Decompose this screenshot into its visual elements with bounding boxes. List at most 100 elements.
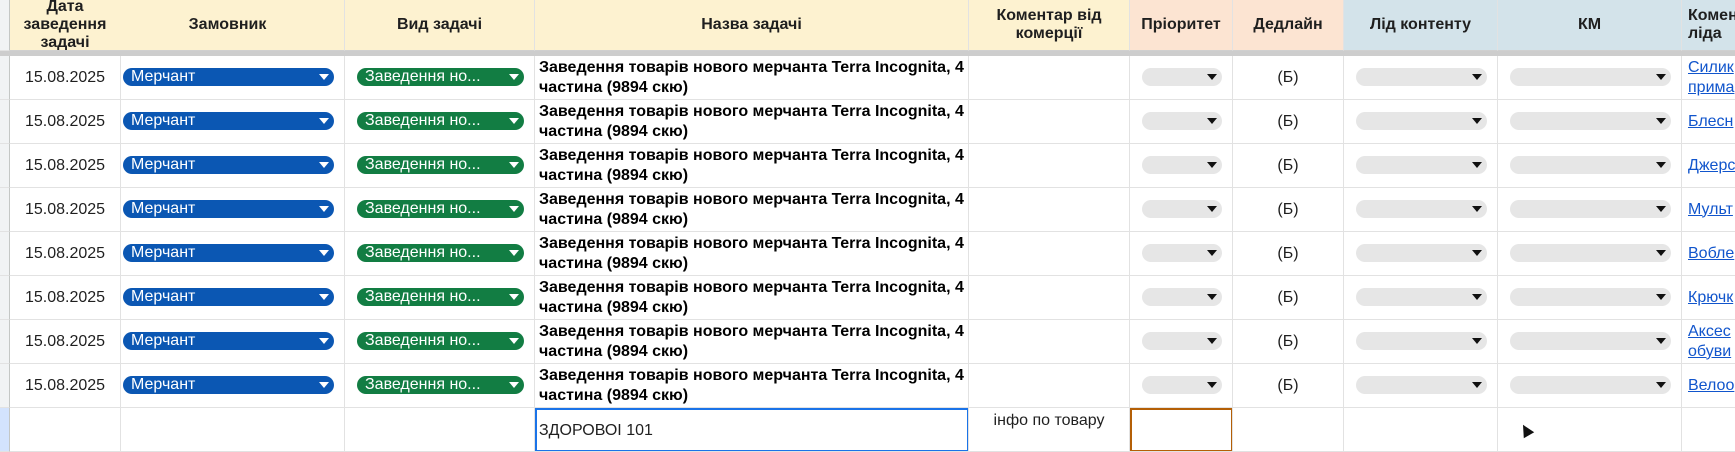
- priority-dropdown[interactable]: [1142, 112, 1222, 130]
- cell-task-type[interactable]: Заведення но...: [345, 56, 535, 100]
- cell-task-type[interactable]: Заведення но...: [345, 276, 535, 320]
- cell-priority[interactable]: [1130, 276, 1233, 320]
- cell-deadline[interactable]: (Б): [1233, 364, 1344, 408]
- cell-date[interactable]: 15.08.2025: [10, 188, 121, 232]
- lead-comment-link[interactable]: Джерс: [1688, 156, 1735, 176]
- cell-lead-comment[interactable]: Джерс: [1682, 144, 1735, 188]
- cell-priority[interactable]: [1130, 144, 1233, 188]
- content-lead-dropdown[interactable]: [1356, 68, 1487, 86]
- content-lead-dropdown[interactable]: [1356, 244, 1487, 262]
- header-customer[interactable]: Замовник: [111, 0, 345, 51]
- header-task-type[interactable]: Вид задачі: [345, 0, 535, 51]
- customer-dropdown[interactable]: Мерчант: [123, 112, 334, 130]
- cell-content-lead[interactable]: [1344, 144, 1498, 188]
- table-row[interactable]: 15.08.2025 Мерчант Заведення но... Заведенн…: [0, 56, 1735, 100]
- header-content-lead[interactable]: Лід контенту: [1344, 0, 1498, 51]
- cell-content-lead[interactable]: [1344, 188, 1498, 232]
- cell-task-name[interactable]: Заведення товарів нового мерчанта Terra …: [535, 56, 969, 100]
- cell-commerce-comment[interactable]: інфо по товару: [969, 408, 1130, 452]
- cell-lead-comment[interactable]: Силик прима: [1682, 56, 1735, 100]
- customer-dropdown[interactable]: Мерчант: [123, 68, 334, 86]
- cell-task-name[interactable]: Заведення товарів нового мерчанта Terra …: [535, 144, 969, 188]
- cell-customer[interactable]: Мерчант: [111, 56, 345, 100]
- header-priority[interactable]: Пріоритет: [1130, 0, 1233, 51]
- cell-commerce-comment[interactable]: [969, 276, 1130, 320]
- cell-priority[interactable]: [1130, 364, 1233, 408]
- cell-priority[interactable]: [1130, 188, 1233, 232]
- cell-lead-comment[interactable]: Мульт: [1682, 188, 1735, 232]
- row-header[interactable]: [0, 276, 10, 320]
- cell-task-type[interactable]: [345, 408, 535, 452]
- cell-task-name[interactable]: Заведення товарів нового мерчанта Terra …: [535, 232, 969, 276]
- km-dropdown[interactable]: [1510, 376, 1671, 394]
- cell-deadline[interactable]: (Б): [1233, 232, 1344, 276]
- priority-dropdown[interactable]: [1142, 68, 1222, 86]
- cell-task-type[interactable]: Заведення но...: [345, 320, 535, 364]
- header-deadline[interactable]: Дедлайн: [1233, 0, 1344, 51]
- cell-km[interactable]: [1498, 56, 1682, 100]
- lead-comment-link[interactable]: Мульт: [1688, 200, 1733, 220]
- customer-dropdown[interactable]: Мерчант: [123, 244, 334, 262]
- cell-task-name[interactable]: Заведення товарів нового мерчанта Terra …: [535, 364, 969, 408]
- cell-lead-comment[interactable]: Велоо: [1682, 364, 1735, 408]
- cell-deadline[interactable]: (Б): [1233, 56, 1344, 100]
- lead-comment-link[interactable]: Вобле: [1688, 244, 1734, 264]
- cell-content-lead[interactable]: [1344, 364, 1498, 408]
- km-dropdown[interactable]: [1510, 156, 1671, 174]
- lead-comment-link[interactable]: Силик прима: [1688, 58, 1734, 98]
- cell-customer[interactable]: Мерчант: [111, 188, 345, 232]
- cell-deadline[interactable]: (Б): [1233, 100, 1344, 144]
- cell-content-lead[interactable]: [1344, 408, 1498, 452]
- priority-dropdown[interactable]: [1142, 332, 1222, 350]
- cell-task-name[interactable]: Заведення товарів нового мерчанта Terra …: [535, 320, 969, 364]
- cell-km[interactable]: [1498, 320, 1682, 364]
- task-type-dropdown[interactable]: Заведення но...: [357, 112, 524, 130]
- cell-task-type[interactable]: Заведення но...: [345, 144, 535, 188]
- cell-lead-comment[interactable]: Блесн: [1682, 100, 1735, 144]
- table-row[interactable]: 15.08.2025 Мерчант Заведення но... Заведенн…: [0, 100, 1735, 144]
- row-header[interactable]: [0, 188, 10, 232]
- cell-commerce-comment[interactable]: [969, 320, 1130, 364]
- cell-km[interactable]: [1498, 276, 1682, 320]
- task-type-dropdown[interactable]: Заведення но...: [357, 332, 524, 350]
- lead-comment-link[interactable]: Крючк: [1688, 288, 1733, 308]
- content-lead-dropdown[interactable]: [1356, 200, 1487, 218]
- cell-lead-comment[interactable]: Вобле: [1682, 232, 1735, 276]
- cell-task-type[interactable]: Заведення но...: [345, 100, 535, 144]
- task-type-dropdown[interactable]: Заведення но...: [357, 156, 524, 174]
- customer-dropdown[interactable]: Мерчант: [123, 200, 334, 218]
- corner-cell[interactable]: [0, 0, 10, 51]
- cell-lead-comment[interactable]: Крючк: [1682, 276, 1735, 320]
- cell-date[interactable]: 15.08.2025: [10, 364, 121, 408]
- cell-commerce-comment[interactable]: [969, 188, 1130, 232]
- cell-km[interactable]: [1498, 232, 1682, 276]
- cell-km[interactable]: [1498, 364, 1682, 408]
- cell-deadline[interactable]: (Б): [1233, 320, 1344, 364]
- cell-lead-comment[interactable]: Аксес обуви: [1682, 320, 1735, 364]
- priority-dropdown[interactable]: [1142, 156, 1222, 174]
- cell-task-type[interactable]: Заведення но...: [345, 364, 535, 408]
- content-lead-dropdown[interactable]: [1356, 332, 1487, 350]
- priority-dropdown[interactable]: [1142, 200, 1222, 218]
- priority-dropdown[interactable]: [1142, 244, 1222, 262]
- cell-lead-comment[interactable]: [1682, 408, 1735, 452]
- cell-date[interactable]: 15.08.2025: [10, 100, 121, 144]
- content-lead-dropdown[interactable]: [1356, 156, 1487, 174]
- table-row[interactable]: 15.08.2025 Мерчант Заведення но... Заведенн…: [0, 232, 1735, 276]
- header-km[interactable]: КМ: [1498, 0, 1682, 51]
- table-row[interactable]: 15.08.2025 Мерчант Заведення но... Заведенн…: [0, 276, 1735, 320]
- task-type-dropdown[interactable]: Заведення но...: [357, 376, 524, 394]
- cell-commerce-comment[interactable]: [969, 100, 1130, 144]
- task-type-dropdown[interactable]: Заведення но...: [357, 244, 524, 262]
- cell-customer[interactable]: Мерчант: [111, 144, 345, 188]
- header-task-name[interactable]: Назва задачі: [535, 0, 969, 51]
- cell-commerce-comment[interactable]: [969, 232, 1130, 276]
- cell-km[interactable]: [1498, 144, 1682, 188]
- header-date[interactable]: Дата заведення задачі: [10, 0, 121, 51]
- table-row[interactable]: 15.08.2025 Мерчант Заведення но... Заведенн…: [0, 188, 1735, 232]
- cell-date[interactable]: 15.08.2025: [10, 56, 121, 100]
- km-dropdown[interactable]: [1510, 112, 1671, 130]
- content-lead-dropdown[interactable]: [1356, 288, 1487, 306]
- content-lead-dropdown[interactable]: [1356, 112, 1487, 130]
- customer-dropdown[interactable]: Мерчант: [123, 376, 334, 394]
